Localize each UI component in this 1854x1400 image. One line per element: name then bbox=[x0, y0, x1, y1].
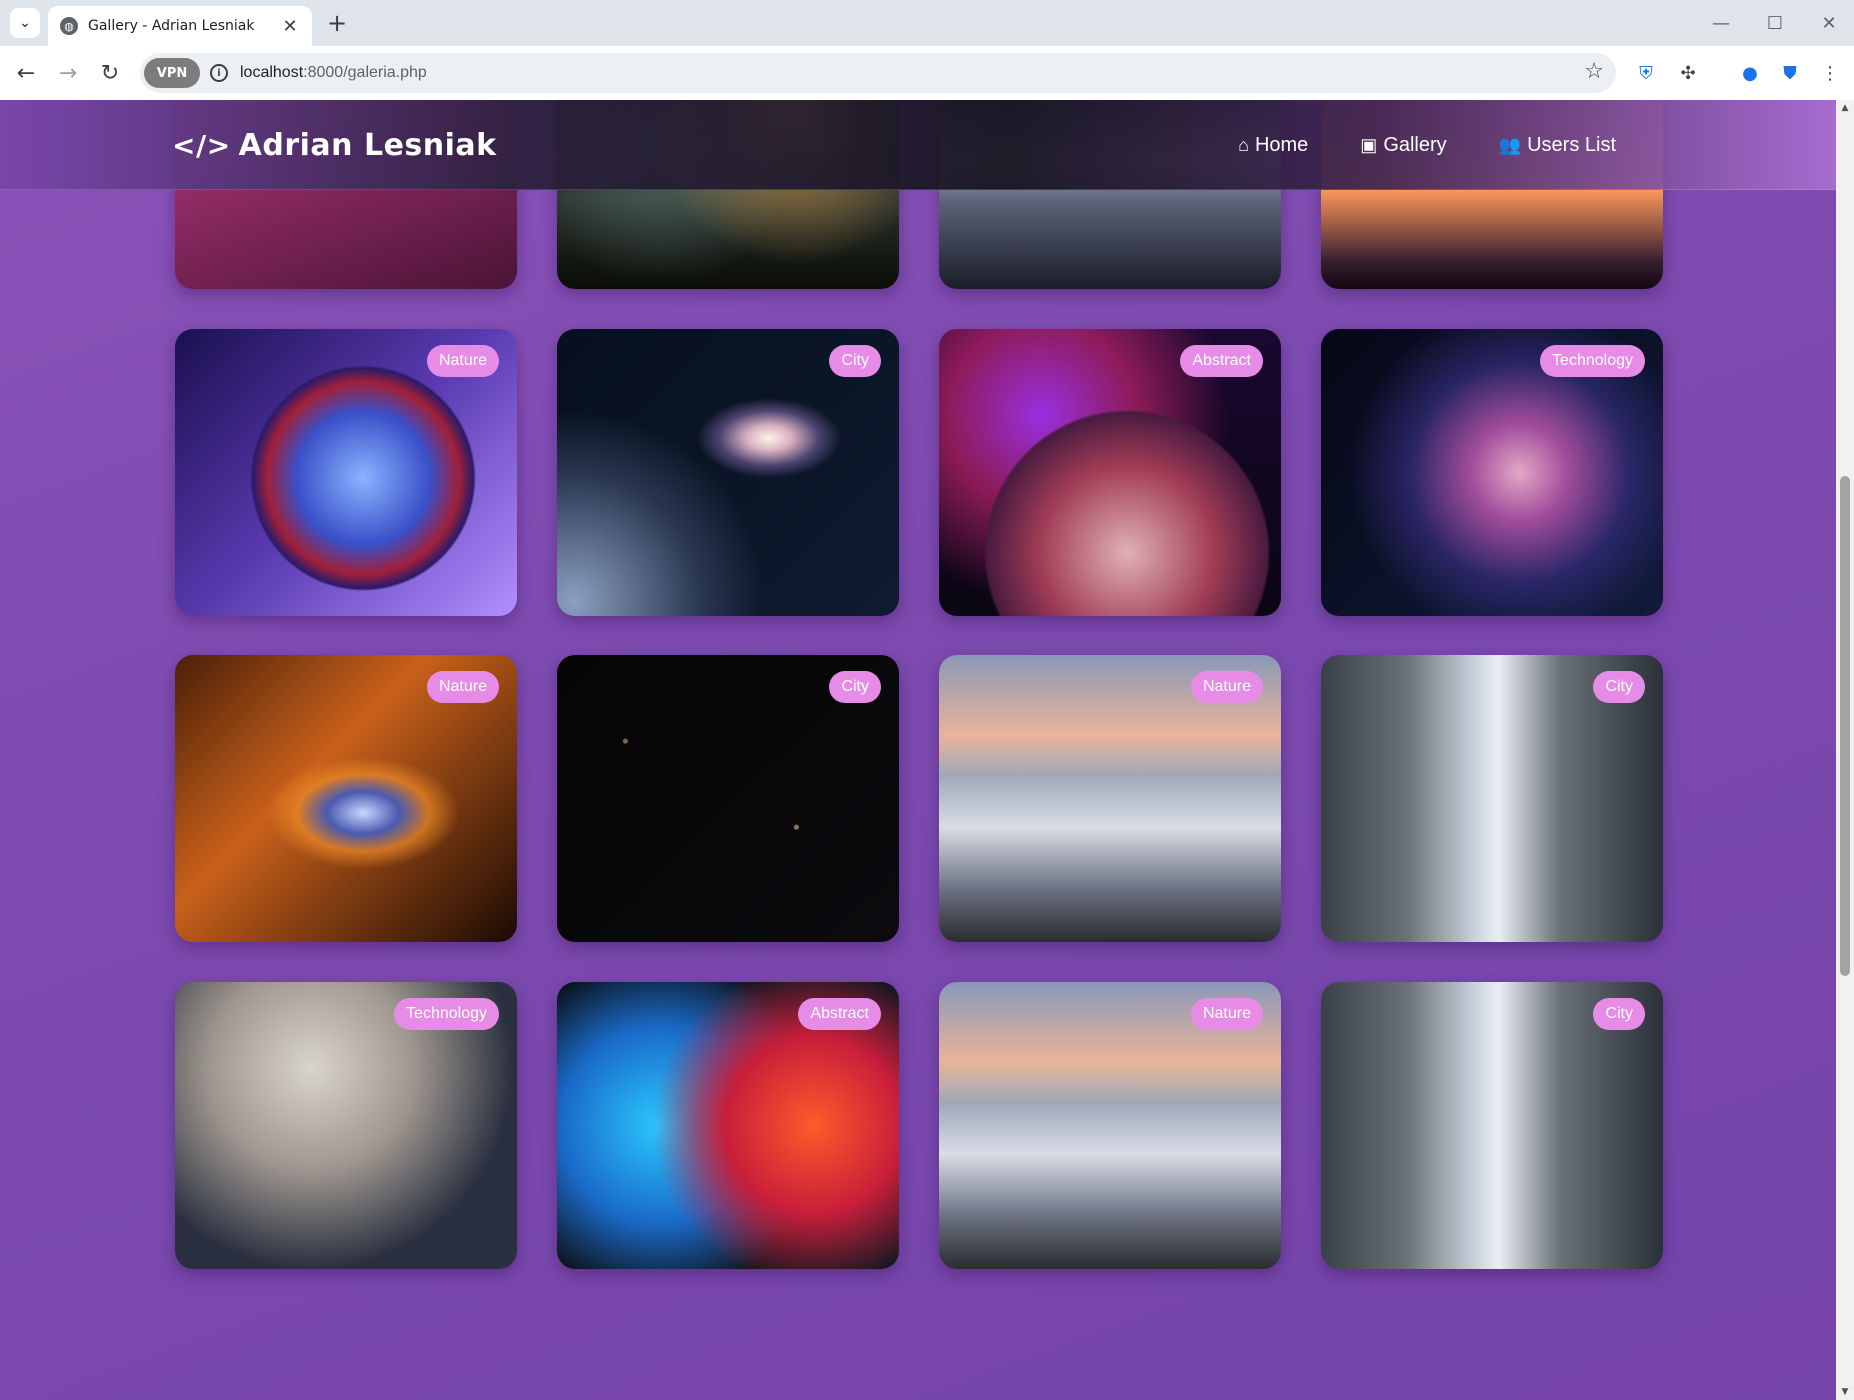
category-badge: Nature bbox=[1190, 671, 1263, 703]
home-icon: ⌂ bbox=[1238, 134, 1249, 155]
category-badge: Nature bbox=[426, 345, 499, 377]
url-host: localhost bbox=[240, 64, 304, 81]
back-icon[interactable]: ← bbox=[10, 57, 42, 89]
url-path: :8000/galeria.php bbox=[303, 64, 427, 81]
category-badge: City bbox=[829, 671, 881, 703]
users-icon: 👥 bbox=[1498, 134, 1522, 155]
bookmark-star-icon[interactable]: ☆ bbox=[1584, 59, 1604, 84]
gallery-card[interactable]: City bbox=[557, 329, 899, 616]
gallery-card[interactable]: Technology bbox=[175, 982, 517, 1269]
url-text[interactable]: localhost:8000/galeria.php bbox=[240, 53, 427, 93]
category-badge: Technology bbox=[1540, 345, 1645, 377]
site-header: </> Adrian Lesniak ⌂ Home ▣ Gallery 👥 Us… bbox=[0, 100, 1836, 190]
security-shield-icon[interactable]: ⛊ bbox=[1776, 59, 1804, 87]
gallery-card[interactable]: Nature bbox=[939, 655, 1281, 942]
category-badge: Abstract bbox=[798, 998, 881, 1030]
site-info-icon[interactable]: i bbox=[210, 64, 228, 82]
nav-home-label: Home bbox=[1254, 133, 1309, 156]
nav-users-list[interactable]: 👥 Users List bbox=[1499, 134, 1616, 157]
gallery-card[interactable]: Abstract bbox=[939, 329, 1281, 616]
tab-search-chevron-icon[interactable]: ⌄ bbox=[10, 8, 40, 38]
browser-tab[interactable]: ◍ Gallery - Adrian Lesniak ✕ bbox=[48, 6, 312, 46]
scroll-down-arrow-icon[interactable]: ▼ bbox=[1836, 1384, 1854, 1400]
nav-home[interactable]: ⌂ Home bbox=[1238, 134, 1308, 157]
menu-kebab-icon[interactable]: ⋮ bbox=[1816, 59, 1844, 87]
nav-users-label: Users List bbox=[1527, 133, 1616, 156]
gallery-card[interactable]: Technology bbox=[1321, 329, 1663, 616]
gallery-card[interactable]: Nature bbox=[939, 982, 1281, 1269]
shield-extension-icon[interactable]: ⛨ bbox=[1632, 59, 1660, 87]
category-badge: Nature bbox=[1190, 998, 1263, 1030]
minimize-icon[interactable]: — bbox=[1698, 6, 1744, 40]
page-scrollbar[interactable]: ▲ ▼ bbox=[1836, 100, 1854, 1400]
scroll-up-arrow-icon[interactable]: ▲ bbox=[1836, 100, 1854, 116]
close-tab-icon[interactable]: ✕ bbox=[280, 16, 300, 37]
gallery-card[interactable]: City bbox=[1321, 982, 1663, 1269]
close-window-icon[interactable]: ✕ bbox=[1806, 6, 1852, 40]
browser-toolbar: ← → ↻ VPN i localhost:8000/galeria.php ☆… bbox=[0, 46, 1854, 100]
browser-tabstrip: ⌄ ◍ Gallery - Adrian Lesniak ✕ + — ☐ ✕ bbox=[0, 0, 1854, 46]
site-logo[interactable]: </> Adrian Lesniak bbox=[172, 122, 497, 168]
category-badge: Technology bbox=[394, 998, 499, 1030]
code-icon: </> bbox=[172, 128, 231, 162]
new-tab-icon[interactable]: + bbox=[322, 8, 352, 38]
gallery-card[interactable]: City bbox=[557, 655, 899, 942]
forward-icon[interactable]: → bbox=[52, 57, 84, 89]
main-nav: ⌂ Home ▣ Gallery 👥 Users List bbox=[1238, 122, 1616, 168]
gallery-card[interactable]: Nature bbox=[175, 655, 517, 942]
category-badge: City bbox=[1593, 671, 1645, 703]
profile-icon[interactable]: ● bbox=[1736, 59, 1764, 87]
gallery-card[interactable]: Abstract bbox=[557, 982, 899, 1269]
category-badge: City bbox=[1593, 998, 1645, 1030]
nav-gallery[interactable]: ▣ Gallery bbox=[1360, 134, 1446, 157]
page-viewport: </> Adrian Lesniak ⌂ Home ▣ Gallery 👥 Us… bbox=[0, 100, 1836, 1400]
scrollbar-thumb[interactable] bbox=[1840, 476, 1850, 976]
tab-title: Gallery - Adrian Lesniak bbox=[88, 18, 255, 34]
reload-icon[interactable]: ↻ bbox=[94, 57, 126, 89]
extensions-puzzle-icon[interactable]: ✣ bbox=[1674, 59, 1702, 87]
category-badge: Abstract bbox=[1180, 345, 1263, 377]
logo-text: Adrian Lesniak bbox=[238, 127, 497, 163]
address-bar[interactable]: VPN i localhost:8000/galeria.php ☆ bbox=[140, 53, 1616, 93]
globe-icon: ◍ bbox=[60, 17, 78, 35]
maximize-icon[interactable]: ☐ bbox=[1752, 6, 1798, 40]
category-badge: Nature bbox=[426, 671, 499, 703]
category-badge: City bbox=[829, 345, 881, 377]
nav-gallery-label: Gallery bbox=[1383, 133, 1447, 156]
gallery-card[interactable]: City bbox=[1321, 655, 1663, 942]
gallery-icon: ▣ bbox=[1360, 134, 1378, 155]
vpn-badge[interactable]: VPN bbox=[144, 58, 200, 88]
gallery-card[interactable]: Nature bbox=[175, 329, 517, 616]
